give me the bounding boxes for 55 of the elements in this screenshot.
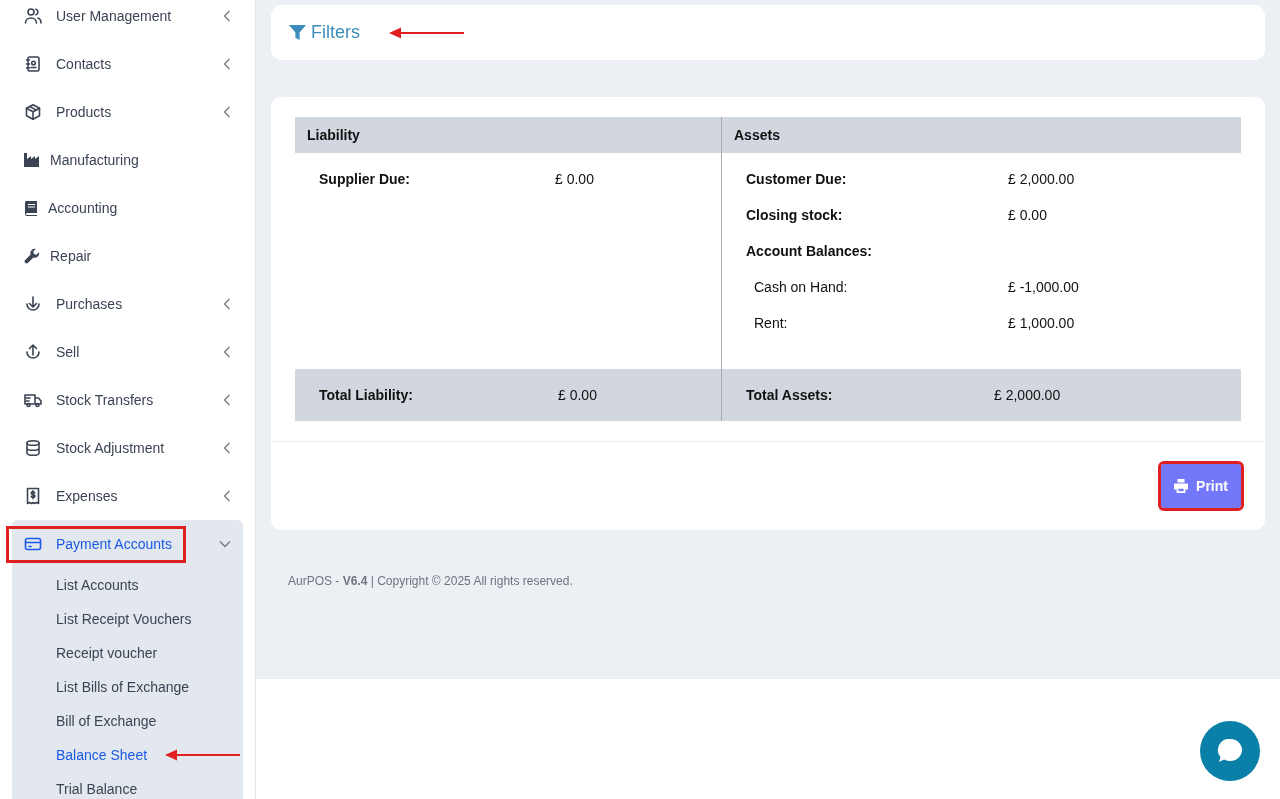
- row-amount: £ 1,000.00: [1008, 313, 1075, 333]
- card-icon: [24, 535, 42, 553]
- sidebar-item[interactable]: Sell: [8, 335, 92, 369]
- database-icon: [24, 439, 42, 457]
- users-icon: [24, 7, 42, 25]
- sidebar-item[interactable]: User Management: [8, 0, 184, 33]
- filter-icon: [289, 24, 306, 41]
- total-amount: £ 2,000.00: [994, 385, 1061, 405]
- row-label: Cash on Hand:: [753, 277, 849, 297]
- row-amount: £ 2,000.00: [1008, 169, 1075, 189]
- submenu-item[interactable]: List Bills of Exchange: [56, 676, 190, 698]
- filters-link[interactable]: Filters: [289, 19, 360, 46]
- upload-icon: [24, 343, 42, 361]
- column-heading: Liability: [295, 117, 721, 153]
- submenu-item[interactable]: List Receipt Vouchers: [56, 608, 192, 630]
- sidebar-item[interactable]: Purchases: [8, 287, 135, 321]
- submenu-item[interactable]: Receipt voucher: [56, 642, 158, 664]
- sidebar-item[interactable]: Accounting: [8, 191, 130, 225]
- download-icon: [24, 295, 42, 313]
- chat-bubble-icon: [1216, 737, 1244, 765]
- book-icon: [24, 200, 38, 216]
- sidebar-item[interactable]: Stock Transfers: [8, 383, 166, 417]
- column-heading: Assets: [721, 117, 1241, 153]
- truck-icon: [24, 391, 42, 409]
- receipt-icon: [24, 487, 42, 505]
- factory-icon: [24, 153, 40, 167]
- sidebar-item[interactable]: Repair: [8, 239, 104, 273]
- total-label: Total Assets:: [745, 385, 834, 405]
- contact-card-icon: [24, 55, 42, 73]
- submenu-item[interactable]: Balance Sheet: [56, 744, 148, 766]
- sidebar-item[interactable]: Payment Accounts: [8, 527, 184, 561]
- row-amount: £ 0.00: [1008, 205, 1047, 225]
- box-icon: [24, 103, 42, 121]
- sidebar-item[interactable]: Manufacturing: [8, 143, 151, 177]
- sidebar-item[interactable]: Expenses: [8, 479, 130, 513]
- printer-icon: [1174, 479, 1189, 493]
- submenu-item[interactable]: Trial Balance: [56, 778, 138, 799]
- row-amount: £ 0.00: [555, 169, 594, 189]
- row-label: Closing stock:: [745, 205, 844, 225]
- row-amount: £ -1,000.00: [1008, 277, 1079, 297]
- wrench-icon: [24, 248, 40, 264]
- sidebar-item[interactable]: Contacts: [8, 47, 124, 81]
- row-label: Customer Due:: [745, 169, 848, 189]
- total-label: Total Liability:: [318, 385, 414, 405]
- print-button[interactable]: Print: [1161, 464, 1241, 508]
- sidebar-item[interactable]: Stock Adjustment: [8, 431, 177, 465]
- submenu-item[interactable]: Bill of Exchange: [56, 710, 157, 732]
- sidebar-item[interactable]: Products: [8, 95, 124, 129]
- row-label: Account Balances:: [745, 241, 874, 261]
- chat-button[interactable]: [1200, 721, 1260, 781]
- total-amount: £ 0.00: [558, 385, 597, 405]
- row-label: Rent:: [753, 313, 789, 333]
- submenu-item[interactable]: List Accounts: [56, 574, 139, 596]
- footer-text: AurPOS - V6.4 | Copyright © 2025 All rights reserved.: [287, 573, 574, 590]
- row-label: Supplier Due:: [318, 169, 411, 189]
